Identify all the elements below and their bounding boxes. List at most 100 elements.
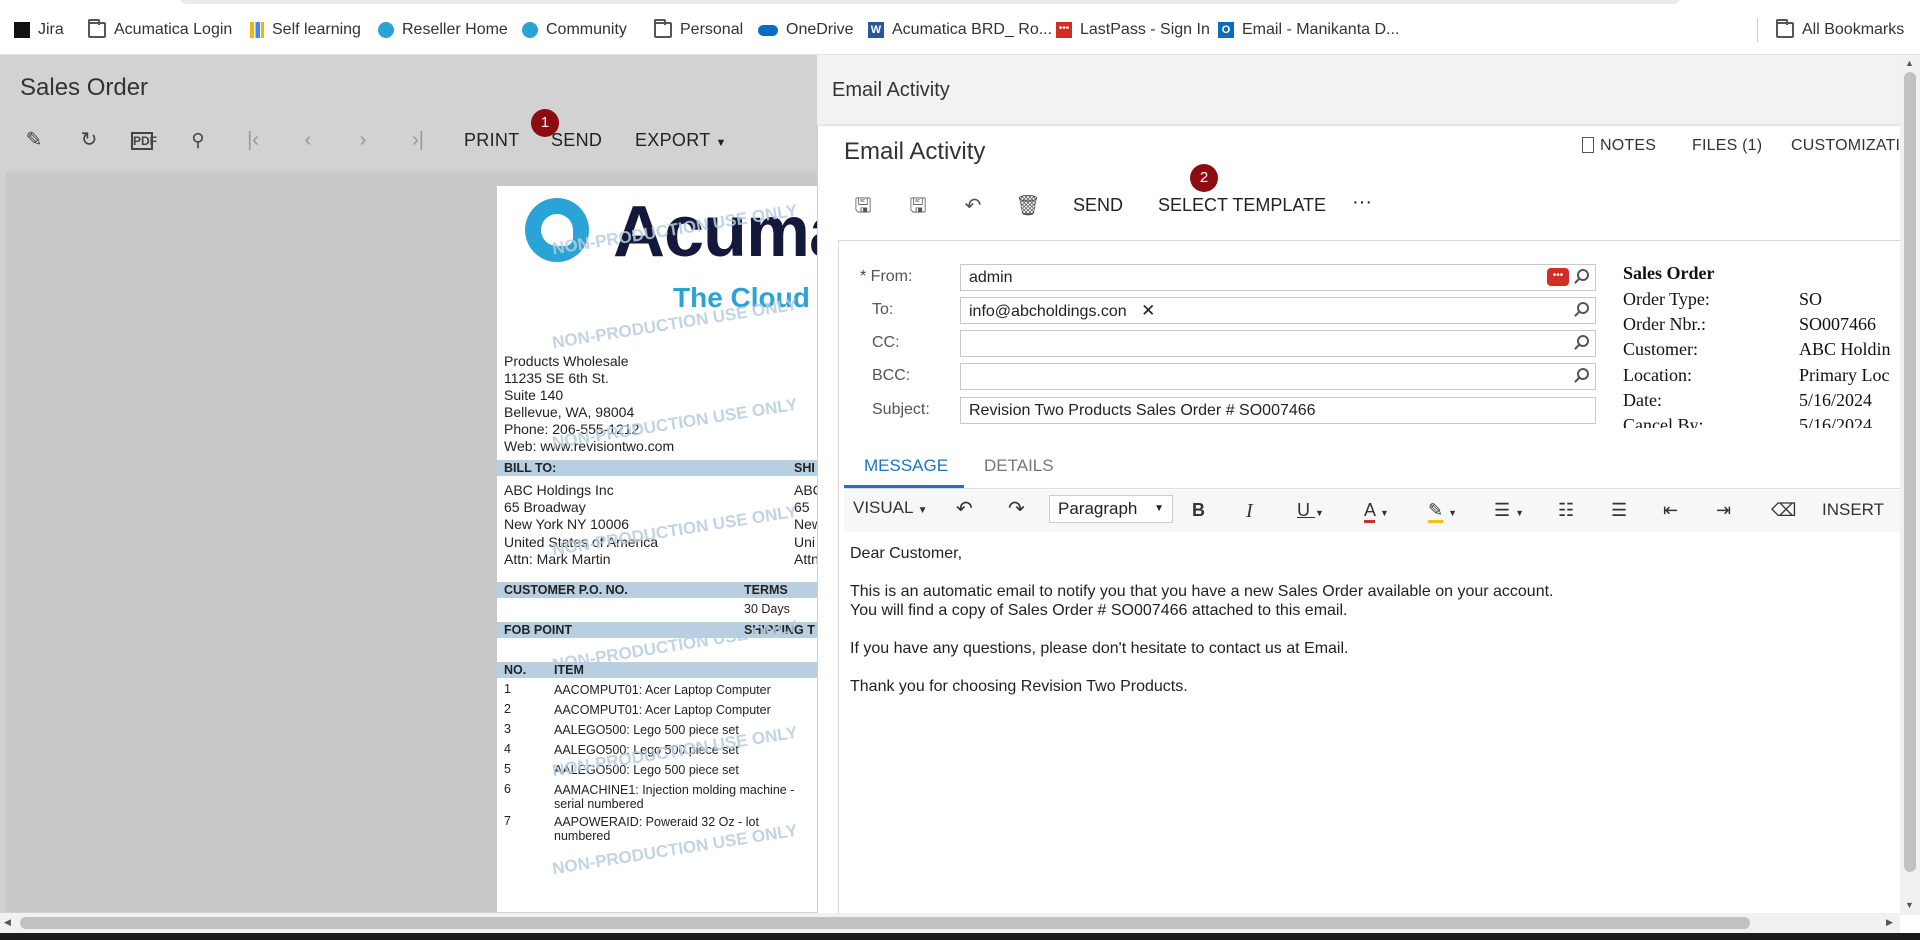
ship-to-line: Uni	[794, 534, 816, 550]
search-icon[interactable]	[1577, 302, 1589, 314]
bookmark-label: LastPass - Sign In	[1080, 21, 1210, 38]
bold-button[interactable]: B	[1192, 500, 1205, 521]
bookmark-acumatica-brd[interactable]: W Acumatica BRD_ Ro...	[868, 20, 1052, 40]
hierarchy-icon[interactable]: ⚲	[186, 128, 210, 152]
panel-divider	[824, 124, 1900, 125]
search-icon[interactable]	[1577, 335, 1589, 347]
acumatica-icon	[522, 22, 538, 38]
bill-to-label: BILL TO:	[504, 461, 557, 475]
bookmark-reseller-home[interactable]: Reseller Home	[378, 20, 508, 40]
send-email-button[interactable]: SEND	[1073, 195, 1123, 216]
delete-icon[interactable]: 🗑	[1015, 193, 1041, 219]
clear-format-button[interactable]: ⌫	[1771, 500, 1796, 521]
bookmark-community[interactable]: Community	[522, 20, 627, 40]
bookmark-self-learning[interactable]: Self learning	[250, 20, 361, 40]
numbered-list-button[interactable]: ☷	[1558, 500, 1574, 521]
edit-icon[interactable]: ✎	[22, 128, 46, 152]
caret-down-icon: ▼	[1380, 508, 1389, 518]
highlight-button[interactable]: ✎ ▼	[1428, 500, 1458, 523]
scroll-left-icon[interactable]: ◀	[4, 917, 11, 928]
underline-button[interactable]: U ▼	[1297, 500, 1324, 521]
files-button[interactable]: FILES (1)	[1692, 137, 1762, 155]
redo-edit-icon[interactable]: ↷	[1008, 496, 1025, 521]
vertical-scroll-thumb[interactable]	[1904, 72, 1916, 872]
bill-to-line: New York NY 10006	[504, 516, 630, 532]
italic-button[interactable]: I	[1246, 500, 1253, 523]
summary-value: 5/16/2024	[1799, 415, 1873, 428]
to-label: To:	[872, 301, 894, 318]
undo-edit-icon[interactable]: ↶	[956, 496, 973, 521]
send-button[interactable]: SEND	[551, 130, 602, 151]
message-line: This is an automatic email to notify you…	[850, 583, 1554, 600]
subject-field[interactable]: Revision Two Products Sales Order # SO00…	[960, 397, 1596, 424]
save-close-icon[interactable]: 🖫	[850, 193, 876, 219]
search-icon[interactable]	[1577, 269, 1589, 281]
company-name: Products Wholesale	[504, 353, 629, 369]
customization-button[interactable]: CUSTOMIZATIC	[1791, 137, 1912, 155]
select-template-button[interactable]: SELECT TEMPLATE	[1158, 195, 1326, 216]
next-record-icon[interactable]: ›	[351, 128, 375, 152]
align-button[interactable]: ☰ ▼	[1494, 500, 1524, 521]
cc-field[interactable]	[960, 330, 1596, 357]
previous-record-icon[interactable]: ‹	[296, 128, 320, 152]
word-icon: W	[868, 22, 884, 38]
item-no: 6	[504, 782, 511, 796]
taskbar	[0, 933, 1920, 940]
save-icon[interactable]: 🖫	[905, 193, 931, 219]
summary-heading: Sales Order	[1623, 263, 1715, 283]
indent-button[interactable]: ⇥	[1716, 500, 1731, 521]
notes-button[interactable]: NOTES	[1582, 137, 1656, 155]
notes-label: NOTES	[1600, 137, 1657, 154]
message-line: You will find a copy of Sales Order # SO…	[850, 602, 1348, 619]
tab-message[interactable]: MESSAGE	[864, 456, 948, 476]
summary-value: ABC Holdin	[1799, 339, 1891, 359]
email-title: Email Activity	[844, 138, 986, 165]
refresh-icon[interactable]: ↻	[77, 128, 101, 152]
undo-icon[interactable]: ↶	[960, 193, 986, 219]
search-icon[interactable]	[1577, 368, 1589, 380]
tab-details[interactable]: DETAILS	[984, 456, 1054, 476]
scroll-up-icon[interactable]: ▲	[1905, 58, 1914, 68]
outdent-button[interactable]: ⇤	[1663, 500, 1678, 521]
bullet-list-button[interactable]: ☰	[1611, 500, 1627, 521]
bookmark-email[interactable]: O Email - Manikanta D...	[1218, 20, 1399, 40]
all-bookmarks[interactable]: All Bookmarks	[1776, 19, 1904, 40]
item-desc: AACOMPUT01: Acer Laptop Computer	[554, 703, 771, 717]
item-desc-cont: serial numbered	[554, 797, 644, 811]
step-badge-1: 1	[531, 109, 559, 137]
numbered-list-icon: ☷	[1558, 500, 1575, 520]
from-field[interactable]: admin •••	[960, 264, 1596, 291]
to-field[interactable]: info@abcholdings.con ✕	[960, 297, 1596, 324]
pdf-icon[interactable]: PDF	[131, 132, 157, 150]
remove-recipient-icon[interactable]: ✕	[1141, 301, 1155, 320]
more-options-button[interactable]: ···	[1352, 191, 1372, 214]
horizontal-scroll-thumb[interactable]	[20, 917, 1750, 929]
bookmark-acumatica-login[interactable]: Acumatica Login	[88, 19, 232, 40]
paragraph-format-select[interactable]: Paragraph ▼	[1049, 495, 1173, 523]
bookmark-lastpass[interactable]: ••• LastPass - Sign In	[1056, 20, 1210, 40]
item-no: 2	[504, 702, 511, 716]
last-record-icon[interactable]: ›|	[406, 128, 430, 152]
bookmark-onedrive[interactable]: OneDrive	[758, 20, 854, 40]
print-button[interactable]: PRINT	[464, 130, 520, 151]
bookmark-label: Self learning	[272, 21, 361, 38]
company-address: 11235 SE 6th St.	[504, 370, 609, 386]
scroll-right-icon[interactable]: ▶	[1886, 917, 1893, 928]
item-desc: AAMACHINE1: Injection molding machine -	[554, 783, 795, 797]
first-record-icon[interactable]: |‹	[241, 128, 265, 152]
scroll-down-icon[interactable]: ▼	[1905, 900, 1914, 910]
panel-header	[817, 55, 1900, 126]
caret-down-icon: ▼	[1448, 508, 1458, 518]
summary-value: SO	[1799, 289, 1823, 309]
bookmark-jira[interactable]: Jira	[14, 20, 64, 40]
bookmark-personal[interactable]: Personal	[654, 19, 743, 40]
insert-button[interactable]: INSERT	[1822, 500, 1884, 520]
export-button[interactable]: EXPORT ▼	[635, 130, 727, 151]
text-color-button[interactable]: A ▼	[1364, 500, 1389, 523]
visual-mode-dropdown[interactable]: VISUAL ▼	[853, 498, 927, 518]
indent-icon: ⇥	[1716, 500, 1732, 520]
po-label: CUSTOMER P.O. NO.	[504, 583, 628, 597]
lookup-more-icon[interactable]: •••	[1547, 268, 1569, 286]
bcc-field[interactable]	[960, 363, 1596, 390]
caret-down-icon: ▼	[917, 505, 928, 516]
